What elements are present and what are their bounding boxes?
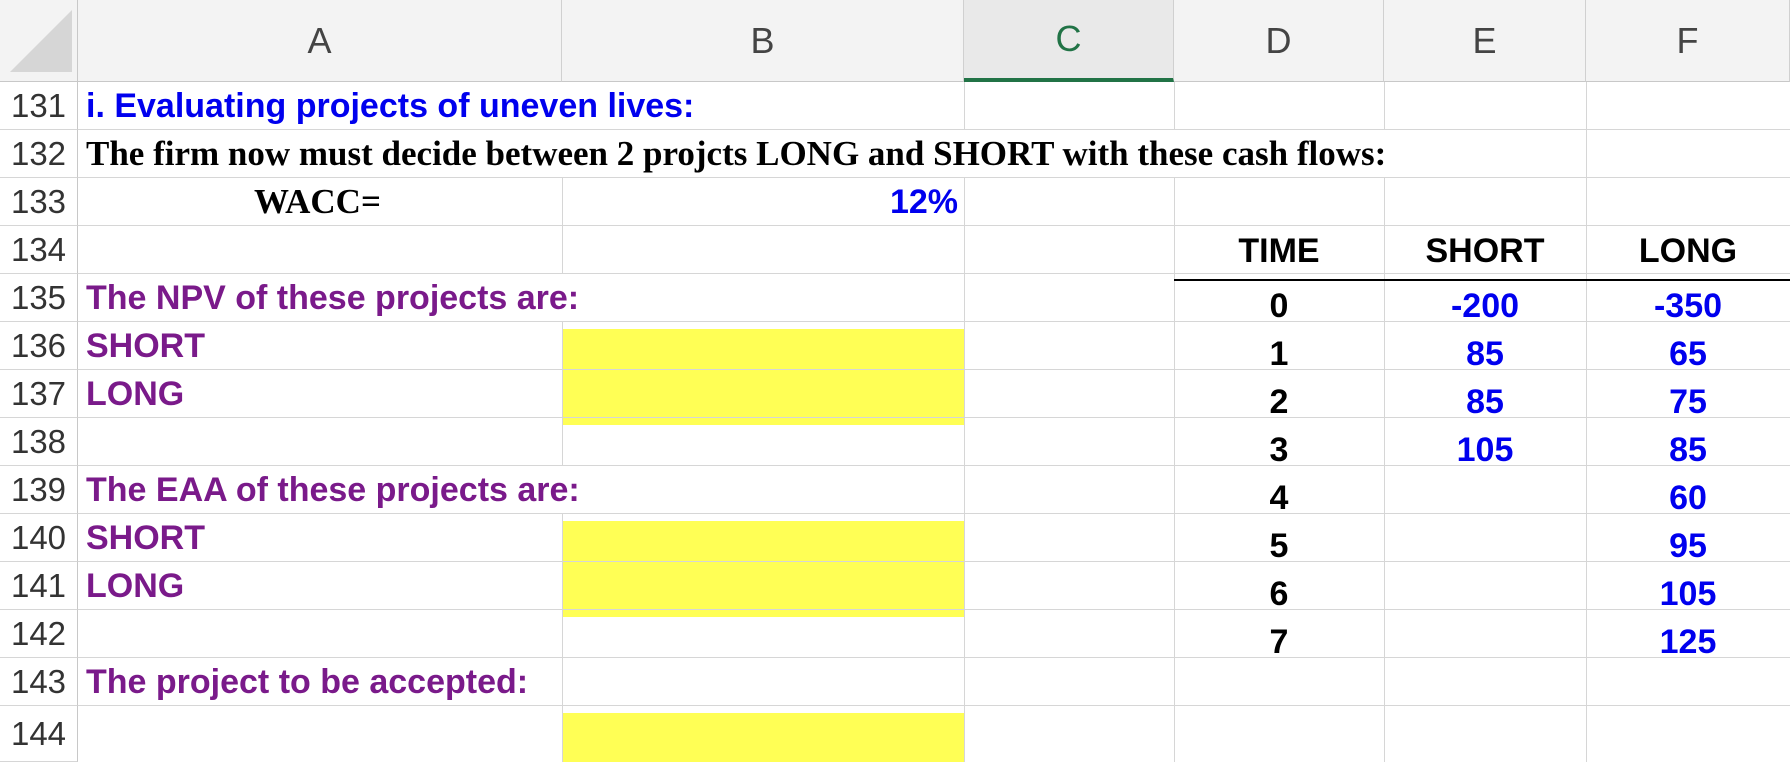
short-cashflow-cell[interactable]: -200 xyxy=(1384,282,1586,330)
select-all-icon xyxy=(10,10,72,72)
time-cell[interactable]: 1 xyxy=(1174,330,1384,378)
column-header-b[interactable]: B xyxy=(562,0,964,82)
row-header-138[interactable]: 138 xyxy=(0,418,78,466)
row-header-137[interactable]: 137 xyxy=(0,370,78,418)
npv-input-cells[interactable] xyxy=(562,329,964,425)
row-header-141[interactable]: 141 xyxy=(0,562,78,610)
short-cashflow-cell[interactable]: 85 xyxy=(1384,330,1586,378)
row-header-134[interactable]: 134 xyxy=(0,226,78,274)
row-header-143[interactable]: 143 xyxy=(0,658,78,706)
instruction-text: The firm now must decide between 2 projc… xyxy=(86,134,1387,173)
row-header-133[interactable]: 133 xyxy=(0,178,78,226)
long-cashflow-cell[interactable]: 95 xyxy=(1586,522,1790,570)
row-header-135[interactable]: 135 xyxy=(0,274,78,322)
spreadsheet: A B C D E F 131 132 133 134 135 136 137 … xyxy=(0,0,1790,762)
short-cashflow-cell[interactable]: 105 xyxy=(1384,426,1586,474)
time-cell[interactable]: 0 xyxy=(1174,282,1384,330)
row-header-132[interactable]: 132 xyxy=(0,130,78,178)
time-cell[interactable]: 6 xyxy=(1174,570,1384,618)
eaa-long-label: LONG xyxy=(86,566,185,605)
column-header-d[interactable]: D xyxy=(1174,0,1384,82)
eaa-short-label: SHORT xyxy=(86,518,205,557)
accepted-project-input-cell[interactable] xyxy=(562,713,964,762)
short-cashflow-cell[interactable]: 85 xyxy=(1384,378,1586,426)
table-header-time: TIME xyxy=(1238,231,1320,270)
time-cell[interactable]: 7 xyxy=(1174,618,1384,666)
eaa-input-cells[interactable] xyxy=(562,521,964,617)
time-cell[interactable]: 2 xyxy=(1174,378,1384,426)
table-header-underline xyxy=(1174,279,1790,281)
long-cashflow-cell[interactable]: 105 xyxy=(1586,570,1790,618)
long-cashflow-cell[interactable]: 85 xyxy=(1586,426,1790,474)
wacc-label: WACC= xyxy=(254,182,381,221)
long-cashflow-cell[interactable]: -350 xyxy=(1586,282,1790,330)
wacc-value[interactable]: 12% xyxy=(562,178,958,226)
npv-short-label: SHORT xyxy=(86,326,205,365)
npv-heading: The NPV of these projects are: xyxy=(86,278,580,317)
long-cashflow-cell[interactable]: 65 xyxy=(1586,330,1790,378)
long-cashflow-cell[interactable]: 125 xyxy=(1586,618,1790,666)
row-header-140[interactable]: 140 xyxy=(0,514,78,562)
accepted-project-heading: The project to be accepted: xyxy=(86,662,529,701)
npv-long-label: LONG xyxy=(86,374,185,413)
table-header-short: SHORT xyxy=(1425,231,1545,270)
row-header-142[interactable]: 142 xyxy=(0,610,78,658)
column-header-f[interactable]: F xyxy=(1586,0,1790,82)
eaa-heading: The EAA of these projects are: xyxy=(86,470,580,509)
time-cell[interactable]: 3 xyxy=(1174,426,1384,474)
column-header-c[interactable]: C xyxy=(964,0,1174,82)
select-all-corner[interactable] xyxy=(0,0,78,82)
row-header-136[interactable]: 136 xyxy=(0,322,78,370)
long-cashflow-cell[interactable]: 75 xyxy=(1586,378,1790,426)
row-header-139[interactable]: 139 xyxy=(0,466,78,514)
time-cell[interactable]: 4 xyxy=(1174,474,1384,522)
long-cashflow-cell[interactable]: 60 xyxy=(1586,474,1790,522)
time-cell[interactable]: 5 xyxy=(1174,522,1384,570)
row-header-131[interactable]: 131 xyxy=(0,82,78,130)
column-header-a[interactable]: A xyxy=(78,0,562,82)
column-header-e[interactable]: E xyxy=(1384,0,1586,82)
table-header-long: LONG xyxy=(1638,231,1738,270)
row-header-144[interactable]: 144 xyxy=(0,706,78,762)
section-title: i. Evaluating projects of uneven lives: xyxy=(86,86,695,125)
